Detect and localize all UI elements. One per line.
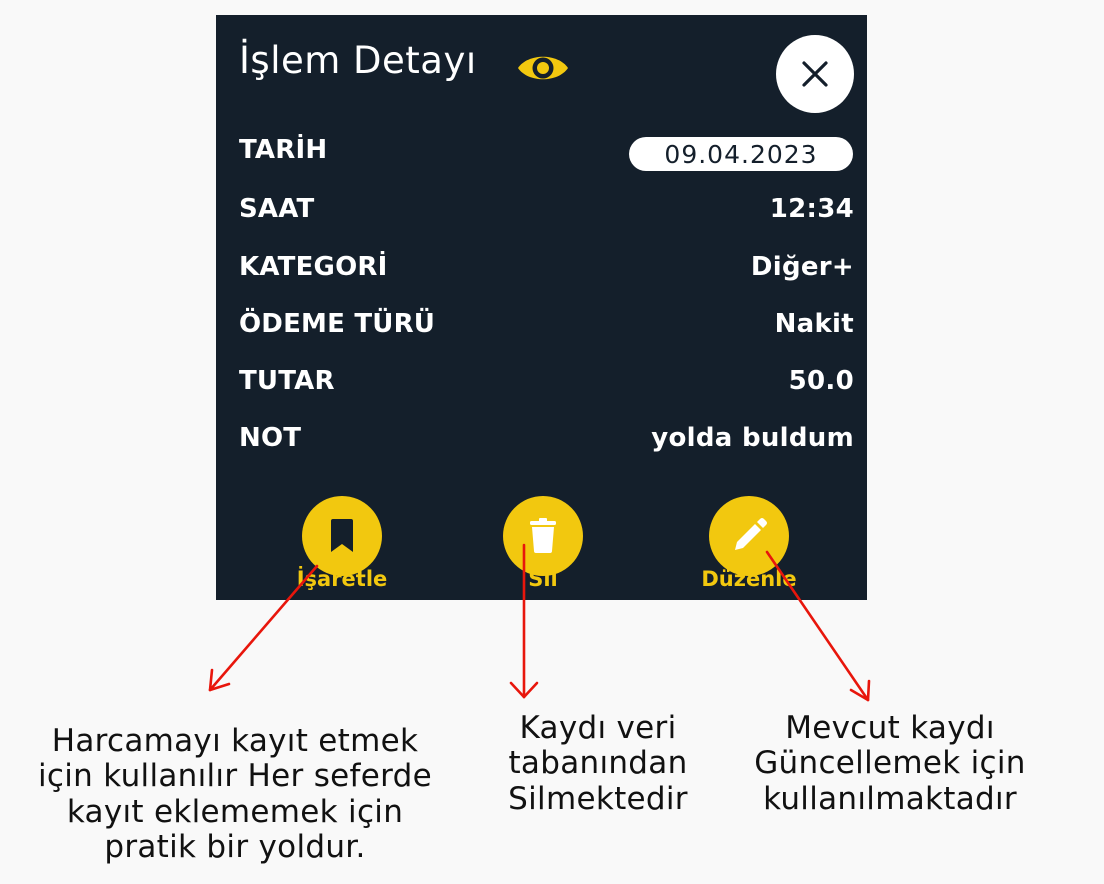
category-value: Diğer+: [750, 252, 854, 282]
bookmark-button-label[interactable]: İşaretle: [287, 567, 397, 591]
pencil-icon: [735, 518, 767, 550]
eye-icon[interactable]: [516, 51, 570, 85]
trash-icon: [530, 518, 556, 553]
delete-annotation: Kaydı veri tabanından Silmektedir: [508, 710, 688, 817]
amount-label: TUTAR: [239, 366, 335, 396]
bookmark-button[interactable]: [302, 496, 382, 576]
transaction-detail-dialog: İşlem Detayı TARİH 09.04.2023 SAAT 12:34…: [216, 15, 867, 600]
date-value[interactable]: 09.04.2023: [629, 137, 853, 171]
dialog-title: İşlem Detayı: [239, 39, 477, 82]
edit-annotation: Mevcut kaydı Güncellemek için kullanılma…: [754, 710, 1026, 817]
note-label: NOT: [239, 423, 302, 453]
edit-button[interactable]: [709, 496, 789, 576]
amount-value: 50.0: [788, 366, 854, 396]
bookmark-annotation: Harcamayı kayıt etmek için kullanılır He…: [38, 723, 432, 865]
close-button[interactable]: [776, 35, 854, 113]
category-label: KATEGORİ: [239, 252, 388, 282]
date-label: TARİH: [239, 135, 328, 165]
delete-button[interactable]: [503, 496, 583, 576]
close-icon: [802, 61, 828, 87]
payment-type-value: Nakit: [774, 309, 854, 339]
edit-button-label[interactable]: Düzenle: [694, 567, 804, 591]
time-value: 12:34: [769, 194, 854, 224]
time-label: SAAT: [239, 194, 315, 224]
bookmark-icon: [331, 519, 353, 552]
payment-type-label: ÖDEME TÜRÜ: [239, 309, 436, 339]
delete-button-label[interactable]: Sil: [493, 567, 593, 591]
note-value: yolda buldum: [651, 423, 854, 453]
